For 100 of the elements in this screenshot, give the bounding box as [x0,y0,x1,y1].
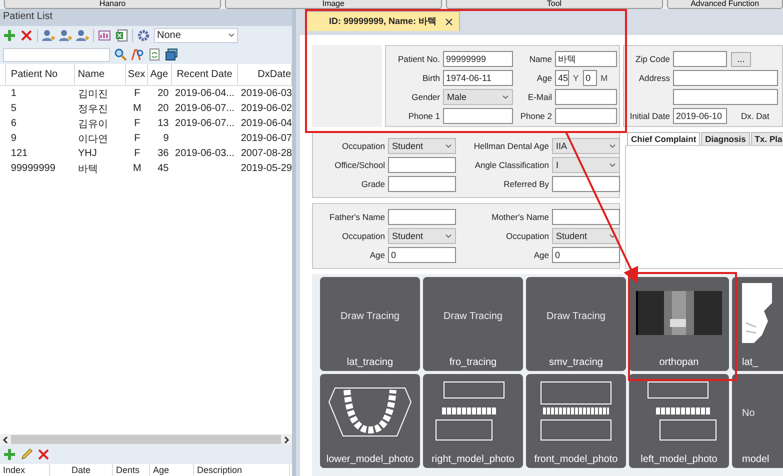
caret-icon [502,94,509,100]
dropdown[interactable]: Student [388,138,456,154]
menu-tab[interactable]: Image [224,0,442,9]
table-cell-text: 2007-08-28 [240,147,292,161]
input-field[interactable] [388,157,456,173]
unit-label: Y [573,73,579,83]
field-label: Occupation [505,231,549,241]
field-label: Grade [360,179,385,189]
input-field[interactable]: 바텍 [555,51,617,67]
tab[interactable]: Tx. Pla [750,132,783,145]
dropdown[interactable]: IIA [552,138,620,154]
document-tab[interactable]: ID: 99999999, Name: 바텍 [306,11,460,31]
table-cell-text: 2019-06-07... [174,102,236,116]
find-icon[interactable] [131,48,144,61]
gear-icon[interactable] [137,29,150,42]
input-field[interactable]: 45 [555,70,569,86]
field-label: Zip Code [634,54,670,64]
column-header[interactable]: Age [148,64,172,85]
add-icon[interactable] [3,29,16,42]
dropdown[interactable]: I [552,157,620,173]
delete-icon[interactable] [37,448,50,461]
column-header[interactable]: Name [74,64,126,85]
search-field[interactable] [3,48,110,62]
add-icon[interactable] [3,448,16,461]
input-field[interactable]: 2019-06-10 [673,108,727,124]
input-field[interactable] [388,209,456,225]
table-cell-text: 9 [162,132,170,146]
dropdown[interactable]: Male [443,89,513,105]
window-icon[interactable] [165,48,178,61]
table-cell-text: 2019-06-07... [174,117,236,131]
input-field[interactable] [552,209,620,225]
column-header[interactable]: Dents [113,464,150,476]
close-icon[interactable] [444,18,453,26]
input-field[interactable] [673,51,727,67]
tab[interactable]: Diagnosis [701,132,750,145]
input-field[interactable] [555,89,617,105]
field-label: Age [368,250,385,260]
user-icon[interactable] [59,29,72,42]
filter-dropdown[interactable]: None [154,28,238,43]
menu-tab[interactable]: Tool [446,0,663,9]
column-header[interactable]: Description [194,464,290,476]
image-tile[interactable]: Draw Tracing smv_tracing [526,277,626,371]
delete-icon[interactable] [20,29,33,42]
column-header[interactable]: Age [150,464,194,476]
input-field[interactable]: 1974-06-11 [443,70,513,86]
table-cell-text: 99999999 [10,162,56,176]
table-cell-text: F [133,132,142,146]
input-field[interactable] [552,176,620,192]
table-cell-text: 2019-06-07 [240,132,292,146]
input-field[interactable] [555,108,617,124]
field-label: Patient No. [396,54,440,64]
user-icon[interactable] [42,29,55,42]
table-cell-text: 6 [10,117,18,131]
column-header[interactable]: Sex [126,64,148,85]
menu-tab[interactable]: Hanaro [4,0,221,9]
document-icon[interactable] [148,48,161,61]
table-cell-text: YHJ [76,147,98,161]
image-tile[interactable]: left_model_photo [629,374,729,468]
image-tile[interactable]: orthopan [629,277,729,371]
column-header[interactable]: Index [0,464,50,476]
field-label: Occupation [341,141,385,151]
spreadsheet-icon[interactable] [115,29,128,42]
table-cell-text: 김유이 [76,118,109,131]
image-tile[interactable]: Draw Tracing lat_tracing [320,277,420,371]
image-tile[interactable]: lower_model_photo [320,374,420,468]
browse-button[interactable]: ... [731,52,751,66]
column-header[interactable]: DxDate [238,64,292,85]
image-tile[interactable]: No model [732,374,783,468]
image-tile[interactable]: right_model_photo [423,374,523,468]
caret-icon [445,234,452,238]
input-field[interactable] [673,70,778,86]
input-field[interactable] [388,176,456,192]
tab[interactable]: Chief Complaint [627,132,700,145]
dropdown[interactable]: Student [552,228,620,244]
column-header[interactable]: Recent Date [172,64,238,85]
input-field[interactable]: 0 [388,247,456,263]
field-label: Age [532,250,549,260]
image-tile[interactable]: front_model_photo [526,374,626,468]
pencil-icon[interactable] [20,448,33,461]
field-label: Mother's Name [490,212,549,222]
search-icon[interactable] [114,48,127,61]
table-cell-text: 2019-05-29 [240,162,292,176]
input-field[interactable] [443,108,513,124]
table-cell-text: 이다연 [76,132,109,146]
chart-icon[interactable] [98,29,111,42]
input-field[interactable]: 99999999 [443,51,513,67]
input-field[interactable] [673,89,778,105]
column-header[interactable]: Date [50,464,113,476]
image-tile[interactable]: lat_ [732,277,783,371]
dropdown[interactable]: Student [388,228,456,244]
menu-tab[interactable]: Advanced Function [666,0,783,9]
field-label: Occupation [341,231,385,241]
column-header[interactable]: Patient No [6,64,75,85]
field-label: Birth [422,73,440,83]
input-field[interactable]: 0 [582,70,597,86]
input-field[interactable]: 0 [552,247,620,263]
horizontal-scrollbar[interactable] [0,434,292,445]
image-tile[interactable]: Draw Tracing fro_tracing [423,277,523,371]
table-cell-text: 바텍 [76,162,99,176]
user-icon[interactable] [76,29,89,42]
